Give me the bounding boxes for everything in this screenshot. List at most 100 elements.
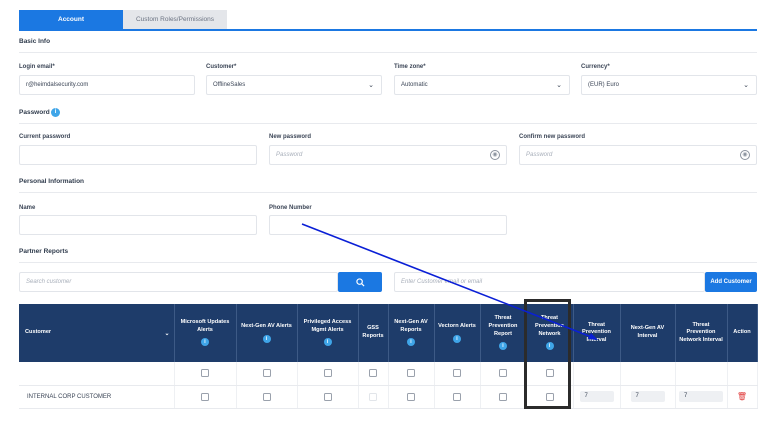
checkbox[interactable] (262, 392, 271, 401)
customer-label: Customer* (206, 64, 237, 70)
currency-select[interactable]: (EUR) Euro ⌄ (581, 75, 757, 95)
new-password-label: New password (269, 134, 312, 140)
column-header-next-gen-av-alerts: Next-Gen AV Alerts i (236, 304, 298, 362)
current-password-field[interactable] (19, 145, 257, 165)
column-header-privileged-access-alerts: Privileged Access Mgmt Alerts i (297, 304, 359, 362)
customer-value: OfflineSales (213, 82, 246, 88)
info-icon[interactable]: i (262, 334, 271, 343)
customer-name-cell: INTERNAL CORP CUSTOMER (19, 385, 175, 409)
confirm-password-field[interactable]: Password ◉ (519, 145, 757, 165)
tab-bar: Account Custom Roles/Permissions (19, 10, 227, 29)
checkbox[interactable] (453, 392, 461, 401)
time-zone-select[interactable]: Automatic ⌄ (394, 75, 570, 95)
table-cell (236, 385, 298, 409)
column-header-next-gen-av-interval: Next-Gen AV Interval (620, 304, 676, 362)
column-header-threat-prevention-interval: Threat Prevention Interval (573, 304, 621, 362)
column-header-label: Next-Gen AV Interval (630, 325, 665, 339)
checkbox[interactable] (407, 392, 415, 401)
table-header-row: Customer ⌄ Microsoft Updates Alerts i Nex… (19, 304, 758, 362)
new-password-field[interactable]: Password ◉ (269, 145, 507, 165)
table-cell (388, 385, 435, 409)
select-all-checkbox[interactable] (201, 369, 209, 378)
search-button[interactable] (338, 272, 382, 292)
select-all-checkbox[interactable] (407, 369, 415, 378)
table-cell (174, 362, 237, 386)
column-header-threat-prevention-report: Threat Prevention Report i (480, 304, 527, 362)
new-password-placeholder: Password (276, 152, 303, 158)
divider (19, 192, 757, 193)
column-header-microsoft-updates-alerts: Microsoft Updates Alerts i (174, 304, 237, 362)
select-all-checkbox[interactable] (323, 369, 332, 378)
phone-field[interactable] (269, 215, 507, 235)
column-header-next-gen-av-reports: Next-Gen AV Reports i (388, 304, 435, 362)
table-cell: 7 (675, 385, 728, 409)
table-cell (675, 362, 728, 386)
tab-underline (19, 29, 757, 31)
next-gen-av-interval-input[interactable]: 7 (630, 391, 665, 402)
current-password-label: Current password (19, 134, 71, 140)
table-row: INTERNAL CORP CUSTOMER 7 7 7 🗑 (19, 385, 758, 409)
login-email-value: r@heimdalsecurity.com (26, 82, 89, 88)
table-cell (727, 362, 758, 386)
checkbox[interactable] (201, 392, 209, 401)
info-icon[interactable]: i (407, 338, 415, 347)
select-all-checkbox[interactable] (369, 369, 377, 378)
customer-select[interactable]: OfflineSales ⌄ (206, 75, 382, 95)
search-customer-input[interactable]: Search customer (19, 272, 338, 292)
threat-prevention-interval-input[interactable]: 7 (579, 391, 614, 402)
name-field[interactable] (19, 215, 257, 235)
column-header-gss-reports: GSS Reports (358, 304, 389, 362)
eye-icon[interactable]: ◉ (490, 150, 500, 160)
customer-email-input[interactable]: Enter Customer email or email (394, 272, 705, 292)
select-all-checkbox[interactable] (453, 369, 461, 378)
search-icon (355, 277, 365, 287)
column-header-label: Threat Prevention Network Interval (679, 321, 723, 343)
info-icon[interactable]: i (453, 334, 461, 343)
divider (19, 123, 757, 124)
info-icon[interactable]: i (51, 108, 60, 117)
select-all-checkbox[interactable] (499, 369, 507, 378)
table-cell (434, 385, 481, 409)
section-title-personal-info: Personal Information (19, 178, 85, 185)
checkbox[interactable] (323, 392, 332, 401)
divider (19, 262, 757, 263)
table-cell (358, 362, 389, 386)
table-cell (434, 362, 481, 386)
column-header-threat-prevention-network-interval: Threat Prevention Network Interval (675, 304, 728, 362)
checkbox-disabled (369, 392, 377, 401)
confirm-password-placeholder: Password (526, 152, 553, 158)
table-cell (358, 385, 389, 409)
column-header-label: Privileged Access Mgmt Alerts (303, 319, 352, 333)
select-all-checkbox[interactable] (262, 369, 271, 378)
trash-icon[interactable]: 🗑 (737, 392, 747, 401)
tab-custom-roles[interactable]: Custom Roles/Permissions (123, 10, 227, 29)
info-icon[interactable]: i (323, 338, 332, 347)
threat-prevention-network-interval-input[interactable]: 7 (679, 391, 723, 402)
search-customer-placeholder: Search customer (26, 279, 72, 285)
info-icon[interactable]: i (201, 338, 209, 347)
column-header-customer[interactable]: Customer ⌄ (19, 304, 175, 362)
table-cell: 🗑 (727, 385, 758, 409)
checkbox[interactable] (499, 392, 507, 401)
phone-label: Phone Number (269, 205, 312, 211)
column-header-label: GSS Reports (362, 325, 384, 339)
section-title-basic-info: Basic Info (19, 38, 51, 45)
chevron-down-icon: ⌄ (556, 82, 562, 89)
column-header-action: Action (727, 304, 758, 362)
column-header-label: Threat Prevention Interval (582, 321, 611, 343)
tab-account[interactable]: Account (19, 10, 123, 29)
table-cell (19, 362, 175, 386)
column-header-vectorn-alerts: Vectorn Alerts i (434, 304, 481, 362)
login-email-field[interactable]: r@heimdalsecurity.com (19, 75, 195, 95)
eye-icon[interactable]: ◉ (740, 150, 750, 160)
highlight-box (524, 299, 571, 409)
add-customer-button[interactable]: Add Customer (705, 272, 757, 292)
table-cell (297, 385, 359, 409)
partner-reports-table: Customer ⌄ Microsoft Updates Alerts i Nex… (19, 304, 758, 409)
currency-label: Currency* (581, 64, 610, 70)
chevron-down-icon: ⌄ (368, 82, 374, 89)
table-cell (573, 362, 621, 386)
info-icon[interactable]: i (499, 342, 507, 351)
column-header-label: Action (733, 329, 751, 336)
sort-icon[interactable]: ⌄ (164, 330, 169, 338)
